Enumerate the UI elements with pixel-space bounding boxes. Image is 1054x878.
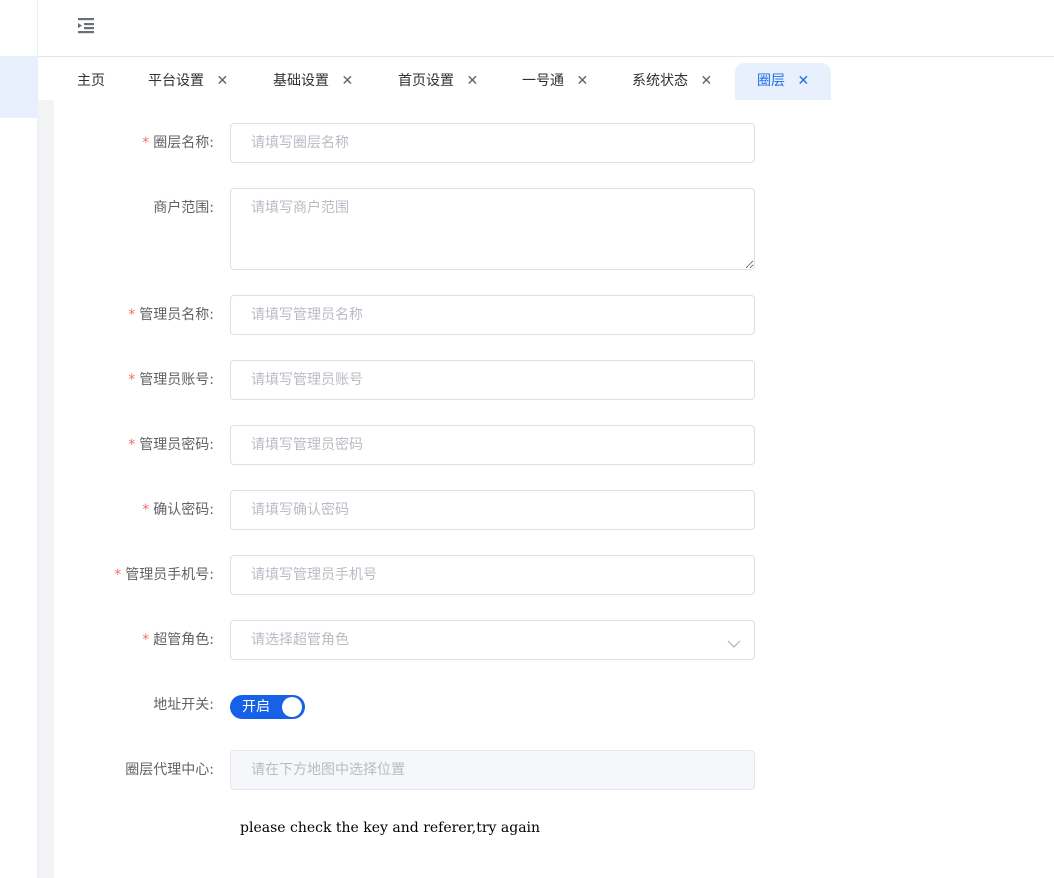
- tab-basic-settings[interactable]: 基础设置 ✕: [273, 63, 353, 100]
- required-mark: *: [142, 502, 150, 518]
- app-root: 主页 平台设置 ✕ 基础设置 ✕ 首页设置 ✕ 一号通 ✕ 系统状态 ✕ 圈层 …: [0, 0, 1054, 878]
- address-switch-label: 地址开关:: [153, 697, 214, 713]
- super-role-select[interactable]: [230, 620, 755, 660]
- tab-home-settings[interactable]: 首页设置 ✕: [398, 63, 478, 100]
- admin-password-label: * 管理员密码:: [128, 437, 214, 453]
- tab-label: 基础设置: [273, 73, 329, 89]
- tab-label: 平台设置: [148, 73, 204, 89]
- header: [38, 0, 1054, 57]
- required-mark: *: [128, 437, 136, 453]
- tab-system-status[interactable]: 系统状态 ✕: [632, 63, 712, 100]
- super-role-input[interactable]: [230, 620, 755, 660]
- admin-name-label: * 管理员名称:: [128, 307, 214, 323]
- admin-phone-label: * 管理员手机号:: [114, 567, 214, 583]
- admin-phone-input[interactable]: [230, 555, 755, 595]
- tab-one-pass[interactable]: 一号通 ✕: [522, 63, 588, 100]
- tab-home[interactable]: 主页: [77, 63, 105, 100]
- required-mark: *: [128, 307, 136, 323]
- confirm-password-input[interactable]: [230, 490, 755, 530]
- merchant-scope-textarea[interactable]: [230, 188, 755, 270]
- map-error-message: please check the key and referer,try aga…: [240, 820, 541, 836]
- tab-circle[interactable]: 圈层 ✕: [735, 63, 832, 100]
- admin-account-label: * 管理员账号:: [128, 372, 214, 388]
- sidebar: [0, 0, 38, 878]
- chevron-down-icon: [727, 634, 741, 648]
- required-mark: *: [128, 372, 136, 388]
- toggle-knob: [282, 697, 302, 717]
- close-icon[interactable]: ✕: [216, 63, 228, 99]
- circle-name-label: * 圈层名称:: [142, 135, 214, 151]
- circle-form: *圈层名称: 商户范围: *管理员名称: *管理员账号: *管理员密码:: [54, 100, 1054, 878]
- close-icon[interactable]: ✕: [797, 63, 809, 99]
- circle-name-input[interactable]: [230, 123, 755, 163]
- admin-name-input[interactable]: [230, 295, 755, 335]
- confirm-password-label: * 确认密码:: [142, 502, 214, 518]
- agent-center-label: 圈层代理中心:: [125, 762, 214, 778]
- toggle-on-text: 开启: [242, 699, 270, 715]
- super-role-label: * 超管角色:: [142, 632, 214, 648]
- sidebar-active-item[interactable]: [0, 56, 38, 118]
- required-mark: *: [142, 632, 150, 648]
- agent-center-input: [230, 750, 755, 790]
- tab-label: 系统状态: [632, 73, 688, 89]
- tab-label: 主页: [77, 73, 105, 89]
- close-icon[interactable]: ✕: [576, 63, 588, 99]
- tab-platform-settings[interactable]: 平台设置 ✕: [148, 63, 228, 100]
- admin-password-input[interactable]: [230, 425, 755, 465]
- tab-label: 首页设置: [398, 73, 454, 89]
- tab-label: 一号通: [522, 73, 564, 89]
- close-icon[interactable]: ✕: [700, 63, 712, 99]
- tab-label: 圈层: [757, 73, 785, 89]
- address-toggle[interactable]: 开启: [230, 695, 305, 719]
- required-mark: *: [142, 135, 150, 151]
- merchant-scope-label: 商户范围:: [153, 200, 214, 216]
- close-icon[interactable]: ✕: [466, 63, 478, 99]
- required-mark: *: [114, 567, 122, 583]
- content-gutter: [38, 100, 54, 878]
- admin-account-input[interactable]: [230, 360, 755, 400]
- close-icon[interactable]: ✕: [341, 63, 353, 99]
- menu-fold-icon[interactable]: [76, 15, 98, 35]
- tabs-bar: 主页 平台设置 ✕ 基础设置 ✕ 首页设置 ✕ 一号通 ✕ 系统状态 ✕ 圈层 …: [38, 57, 1054, 100]
